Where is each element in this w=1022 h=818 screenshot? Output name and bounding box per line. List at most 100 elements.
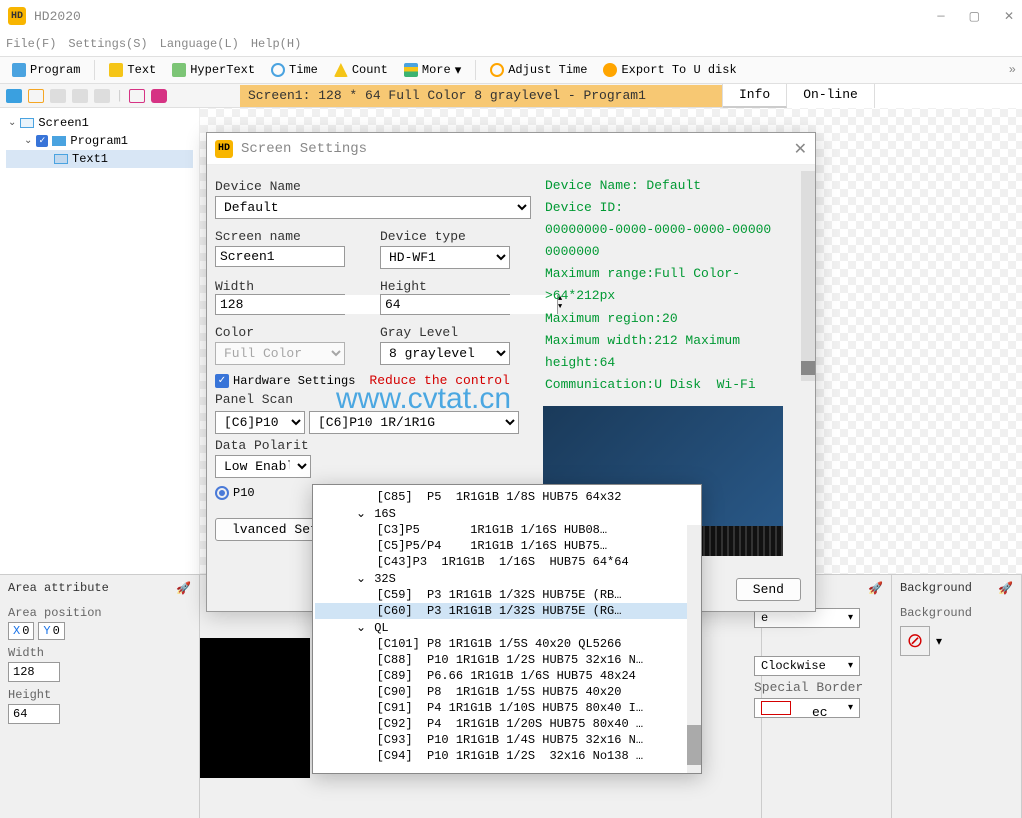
list-item[interactable]: [C101] P8 1R1G1B 1/5S 40x20 QL5266 (315, 636, 699, 652)
input-screen-name[interactable] (215, 246, 345, 267)
program-icon (52, 136, 66, 146)
panel-title: Area attribute (8, 581, 109, 596)
label-data-polarity: Data Polarit (215, 438, 529, 453)
list-item[interactable]: [C93] P10 1R1G1B 1/4S HUB75 32x16 N… (315, 732, 699, 748)
list-item[interactable]: [C59] P3 1R1G1B 1/32S HUB75E (RB… (315, 587, 699, 603)
tb-program[interactable]: Program (6, 61, 86, 79)
panel-background: Background 🚀 Background ⊘ ▾ (892, 575, 1022, 818)
list-group-header[interactable]: ⌄ 32S (315, 570, 699, 587)
area-width-input[interactable]: 128 (8, 662, 60, 682)
rocket-icon[interactable]: 🚀 (868, 581, 883, 596)
play-icon (12, 63, 26, 77)
label-height: Height (380, 279, 529, 294)
tool-icon[interactable] (151, 89, 167, 103)
select-scan1[interactable]: [C6]P10 (215, 411, 305, 434)
rocket-icon[interactable]: 🚀 (176, 581, 191, 596)
maximize-icon[interactable]: ▢ (969, 9, 980, 24)
titlebar: HD HD2020 — ▢ ✕ (0, 0, 1022, 32)
list-item[interactable]: [C90] P8 1R1G1B 1/5S HUB75 40x20 (315, 684, 699, 700)
tb-count[interactable]: Count (328, 61, 394, 79)
tool-icon[interactable] (129, 89, 145, 103)
area-y-input[interactable]: Y0 (38, 622, 64, 640)
rocket-icon[interactable]: 🚀 (998, 581, 1013, 596)
link-reduce-control[interactable]: Reduce the control (369, 373, 509, 388)
select-low-enable[interactable]: Low Enable (215, 455, 311, 478)
list-item[interactable]: [C88] P10 1R1G1B 1/2S HUB75 32x16 N… (315, 652, 699, 668)
select-gray[interactable]: 8 graylevel (380, 342, 510, 365)
scrollbar[interactable] (801, 171, 815, 381)
label-screen-name: Screen name (215, 229, 364, 244)
menubar: File(F) Settings(S) Language(L) Help(H) (0, 32, 1022, 56)
secondary-toolbar: | Screen1: 128 * 64 Full Color 8 graylev… (0, 84, 1022, 108)
list-item[interactable]: [C60] P3 1R1G1B 1/32S HUB75E (RG… (315, 603, 699, 619)
list-item[interactable]: [C94] P10 1R1G1B 1/2S 32x16 No138 … (315, 748, 699, 764)
spin-height[interactable]: ▲▼ (380, 294, 510, 315)
tb-adjust-time[interactable]: Adjust Time (484, 61, 593, 79)
tb-time[interactable]: Time (265, 61, 324, 79)
export-icon (603, 63, 617, 77)
tb-export[interactable]: Export To U disk (597, 61, 742, 79)
select-device-type[interactable]: HD-WF1 (380, 246, 510, 269)
menu-settings[interactable]: Settings(S) (68, 37, 147, 51)
list-item[interactable]: [C89] P6.66 1R1G1B 1/6S HUB75 48x24 (315, 668, 699, 684)
checkbox-icon[interactable]: ✓ (36, 135, 48, 147)
close-icon[interactable]: ✕ (794, 139, 807, 159)
app-icon: HD (8, 7, 26, 25)
tb-hypertext[interactable]: HyperText (166, 61, 261, 79)
area-height-input[interactable]: 64 (8, 704, 60, 724)
select-device-name[interactable]: Default (215, 196, 531, 219)
toolbar-overflow-icon[interactable]: » (1009, 63, 1016, 77)
close-icon[interactable]: ✕ (1004, 9, 1014, 24)
clock-icon (271, 63, 285, 77)
tab-info[interactable]: Info (723, 84, 787, 108)
menu-language[interactable]: Language(L) (160, 37, 239, 51)
tool-icon[interactable] (28, 89, 44, 103)
tool-icon[interactable] (50, 89, 66, 103)
button-send[interactable]: Send (736, 578, 801, 601)
list-group-header[interactable]: ⌄ 16S (315, 505, 699, 522)
menu-help[interactable]: Help(H) (251, 37, 301, 51)
screen-icon (20, 118, 34, 128)
list-group-header[interactable]: ⌄ QL (315, 619, 699, 636)
tab-online[interactable]: On-line (787, 84, 875, 108)
tb-text[interactable]: Text (103, 61, 162, 79)
list-item[interactable]: [C92] P4 1R1G1B 1/20S HUB75 80x40 … (315, 716, 699, 732)
dialog-titlebar[interactable]: HD Screen Settings ✕ (207, 133, 815, 165)
no-border-icon (761, 701, 791, 715)
text-fragment-ec: ec (812, 705, 828, 720)
list-item[interactable]: [C3]P5 1R1G1B 1/16S HUB08… (315, 522, 699, 538)
tree-screen[interactable]: ⌄ Screen1 (6, 114, 193, 132)
select-scan2[interactable]: [C6]P10 1R/1R1G (309, 411, 519, 434)
screen-status-bar: Screen1: 128 * 64 Full Color 8 graylevel… (240, 85, 722, 107)
tb-more[interactable]: More ▾ (398, 61, 467, 80)
menu-file[interactable]: File(F) (6, 37, 56, 51)
text-icon (109, 63, 123, 77)
popup-panel-scan-list[interactable]: [C85] P5 1R1G1B 1/8S HUB75 64x32⌄ 16S [C… (312, 484, 702, 774)
chevron-down-icon[interactable]: ⌄ (8, 117, 16, 129)
panel-title: Background (900, 581, 972, 596)
label-special-border: Special Border (754, 680, 863, 695)
dropdown-arrow-icon[interactable]: ▾ (936, 634, 942, 649)
list-item[interactable]: [C5]P5/P4 1R1G1B 1/16S HUB75… (315, 538, 699, 554)
list-item[interactable]: [C85] P5 1R1G1B 1/8S HUB75 64x32 (315, 489, 699, 505)
dropdown-special-border[interactable]: ▾ (754, 698, 860, 718)
list-item[interactable]: [C43]P3 1R1G1B 1/16S HUB75 64*64 (315, 554, 699, 570)
list-item[interactable]: [C91] P4 1R1G1B 1/10S HUB75 80x40 I… (315, 700, 699, 716)
label-hardware-settings: Hardware Settings (233, 374, 355, 388)
tree-program[interactable]: ⌄ ✓ Program1 (6, 132, 193, 150)
chevron-down-icon[interactable]: ⌄ (24, 135, 32, 147)
device-info-text: Device Name: Default Device ID: 00000000… (543, 171, 809, 400)
dropdown-clockwise[interactable]: Clockwise▾ (754, 656, 860, 676)
background-none-icon[interactable]: ⊘ (900, 626, 930, 656)
minimize-icon[interactable]: — (937, 9, 944, 24)
tool-icon[interactable] (94, 89, 110, 103)
tool-icon[interactable] (72, 89, 88, 103)
label-background: Background (900, 606, 1013, 620)
tool-icon[interactable] (6, 89, 22, 103)
area-x-input[interactable]: X0 (8, 622, 34, 640)
scrollbar[interactable] (687, 525, 701, 773)
spin-width[interactable]: ▲▼ (215, 294, 345, 315)
checkbox-hardware[interactable]: ✓ (215, 374, 229, 388)
tree-text[interactable]: Text1 (6, 150, 193, 168)
label-height: Height (8, 688, 191, 702)
